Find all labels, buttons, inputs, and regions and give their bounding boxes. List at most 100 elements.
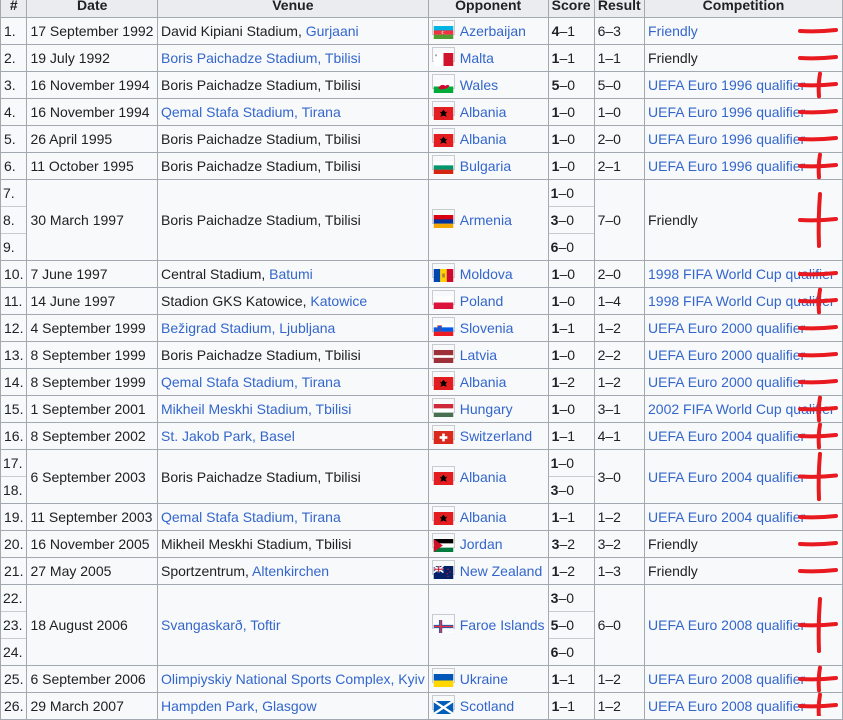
- opponent-cell: Azerbaijan: [427, 17, 549, 45]
- score-cell: 1–1: [547, 314, 595, 342]
- opponent-cell: Scotland: [427, 692, 549, 720]
- result-cell: 1–2: [593, 503, 646, 531]
- table-row: 19. 11 September 2003 Qemal Stafa Stadium,…: [0, 503, 843, 531]
- goal-number-cell: 5.: [0, 125, 28, 153]
- opponent-link[interactable]: Azerbaijan: [460, 23, 526, 39]
- score-cell: 1–0: [547, 287, 595, 315]
- competition-link[interactable]: UEFA Euro 2000 qualifier: [648, 347, 805, 363]
- score-rest: –2: [559, 536, 576, 552]
- date-cell: 16 November 2005: [26, 530, 158, 558]
- venue-link[interactable]: Svangaskarð, Toftir: [161, 617, 281, 633]
- albania-flag-icon: [431, 506, 455, 525]
- header-competition[interactable]: Competition: [644, 0, 843, 18]
- opponent-link[interactable]: Poland: [460, 293, 504, 309]
- opponent-link[interactable]: Slovenia: [460, 320, 514, 336]
- opponent-link[interactable]: Armenia: [460, 212, 512, 228]
- competition-link[interactable]: UEFA Euro 2004 qualifier: [648, 428, 805, 444]
- result-cell: 1–2: [593, 368, 646, 396]
- opponent-link[interactable]: Albania: [460, 131, 507, 147]
- competition-link[interactable]: UEFA Euro 1996 qualifier: [648, 104, 805, 120]
- opponent-link[interactable]: Albania: [460, 469, 507, 485]
- venue-link[interactable]: Mikheil Meskhi Stadium, Tbilisi: [161, 401, 351, 417]
- jordan-flag-icon: [431, 533, 455, 552]
- header-venue[interactable]: Venue: [156, 0, 429, 18]
- competition-link[interactable]: UEFA Euro 2008 qualifier: [648, 671, 805, 687]
- venue-link[interactable]: Katowice: [310, 293, 367, 309]
- opponent-cell: Albania: [427, 368, 549, 396]
- competition-link[interactable]: UEFA Euro 1996 qualifier: [648, 158, 805, 174]
- opponent-link[interactable]: Ukraine: [460, 671, 508, 687]
- opponent-link[interactable]: Albania: [460, 374, 507, 390]
- score-value: 1–0: [552, 266, 575, 282]
- result-cell: 3–1: [593, 395, 646, 423]
- score-rest: –2: [559, 374, 576, 390]
- venue-link[interactable]: Qemal Stafa Stadium, Tirana: [161, 374, 341, 390]
- competition-link[interactable]: UEFA Euro 1996 qualifier: [648, 77, 805, 93]
- venue-link[interactable]: Boris Paichadze Stadium, Tbilisi: [161, 50, 361, 66]
- competition-link[interactable]: UEFA Euro 2008 qualifier: [648, 617, 805, 633]
- venue-link[interactable]: Gurjaani: [306, 23, 359, 39]
- date-cell: 7 June 1997: [26, 260, 158, 288]
- opponent-link[interactable]: Bulgaria: [460, 158, 511, 174]
- competition-link[interactable]: UEFA Euro 2008 qualifier: [648, 698, 805, 714]
- score-value: 1–1: [552, 320, 575, 336]
- score-value: 1–0: [552, 293, 575, 309]
- goal-number: 7.: [1, 181, 26, 207]
- score-value: 1–0: [552, 401, 575, 417]
- score-value: 6–0: [549, 234, 593, 260]
- opponent-link[interactable]: Albania: [460, 104, 507, 120]
- venue-link[interactable]: Olimpiyskiy National Sports Complex, Kyi…: [161, 671, 425, 687]
- opponent-link[interactable]: Latvia: [460, 347, 497, 363]
- opponent-link[interactable]: Switzerland: [460, 428, 532, 444]
- score-cell: 1–2: [547, 557, 595, 585]
- score-value: 5–0: [549, 612, 594, 639]
- competition-link[interactable]: Friendly: [648, 23, 698, 39]
- opponent-link[interactable]: Malta: [460, 50, 494, 66]
- score-rest: –0: [558, 239, 575, 255]
- opponent-link[interactable]: Faroe Islands: [460, 617, 545, 633]
- score-rest: –0: [558, 617, 575, 633]
- header-score[interactable]: Score: [547, 0, 595, 18]
- venue-link[interactable]: Hampden Park, Glasgow: [161, 698, 317, 714]
- venue-link[interactable]: Bežigrad Stadium, Ljubljana: [161, 320, 335, 336]
- competition-link[interactable]: UEFA Euro 2000 qualifier: [648, 320, 805, 336]
- competition-link[interactable]: 2002 FIFA World Cup qualifier: [648, 401, 835, 417]
- goal-number-cell: 26.: [0, 692, 28, 720]
- header-opponent[interactable]: Opponent: [427, 0, 549, 18]
- competition-link[interactable]: 1998 FIFA World Cup qualifier: [648, 293, 835, 309]
- header-number[interactable]: #: [0, 0, 28, 18]
- venue-cell: Qemal Stafa Stadium, Tirana: [156, 503, 429, 531]
- opponent-cell: Poland: [427, 287, 549, 315]
- opponent-link[interactable]: Wales: [460, 77, 498, 93]
- date-cell: 8 September 1999: [26, 368, 158, 396]
- goal-number: 24.: [3, 644, 23, 660]
- venue-link[interactable]: Batumi: [269, 266, 313, 282]
- opponent-link[interactable]: Scotland: [460, 698, 514, 714]
- venue-link[interactable]: St. Jakob Park, Basel: [161, 428, 295, 444]
- header-result[interactable]: Result: [593, 0, 646, 18]
- date-cell: 8 September 2002: [26, 422, 158, 450]
- opponent-link[interactable]: Jordan: [460, 536, 503, 552]
- header-date[interactable]: Date: [26, 0, 158, 18]
- venue-cell: Qemal Stafa Stadium, Tirana: [156, 98, 429, 126]
- competition-link[interactable]: UEFA Euro 2004 qualifier: [648, 469, 805, 485]
- venue-link[interactable]: Qemal Stafa Stadium, Tirana: [161, 509, 341, 525]
- opponent-cell: Armenia: [427, 179, 549, 261]
- opponent-link[interactable]: New Zealand: [460, 563, 543, 579]
- score-cell: 1–0: [547, 125, 595, 153]
- venue-cell: St. Jakob Park, Basel: [156, 422, 429, 450]
- score-cell: 1–0 3–0: [547, 449, 595, 504]
- opponent-link[interactable]: Albania: [460, 509, 507, 525]
- competition-link[interactable]: 1998 FIFA World Cup qualifier: [648, 266, 835, 282]
- venue-link[interactable]: Qemal Stafa Stadium, Tirana: [161, 104, 341, 120]
- competition-link[interactable]: UEFA Euro 2000 qualifier: [648, 374, 805, 390]
- venue-text: Central Stadium,: [160, 266, 270, 282]
- date-cell: 19 July 1992: [26, 44, 158, 72]
- venue-link[interactable]: Altenkirchen: [252, 563, 329, 579]
- competition-link[interactable]: UEFA Euro 2004 qualifier: [648, 509, 805, 525]
- opponent-link[interactable]: Hungary: [460, 401, 513, 417]
- goal-number-cell: 20.: [0, 530, 28, 558]
- competition-link[interactable]: UEFA Euro 1996 qualifier: [648, 131, 805, 147]
- opponent-link[interactable]: Moldova: [460, 266, 513, 282]
- score-rest: –0: [558, 455, 575, 471]
